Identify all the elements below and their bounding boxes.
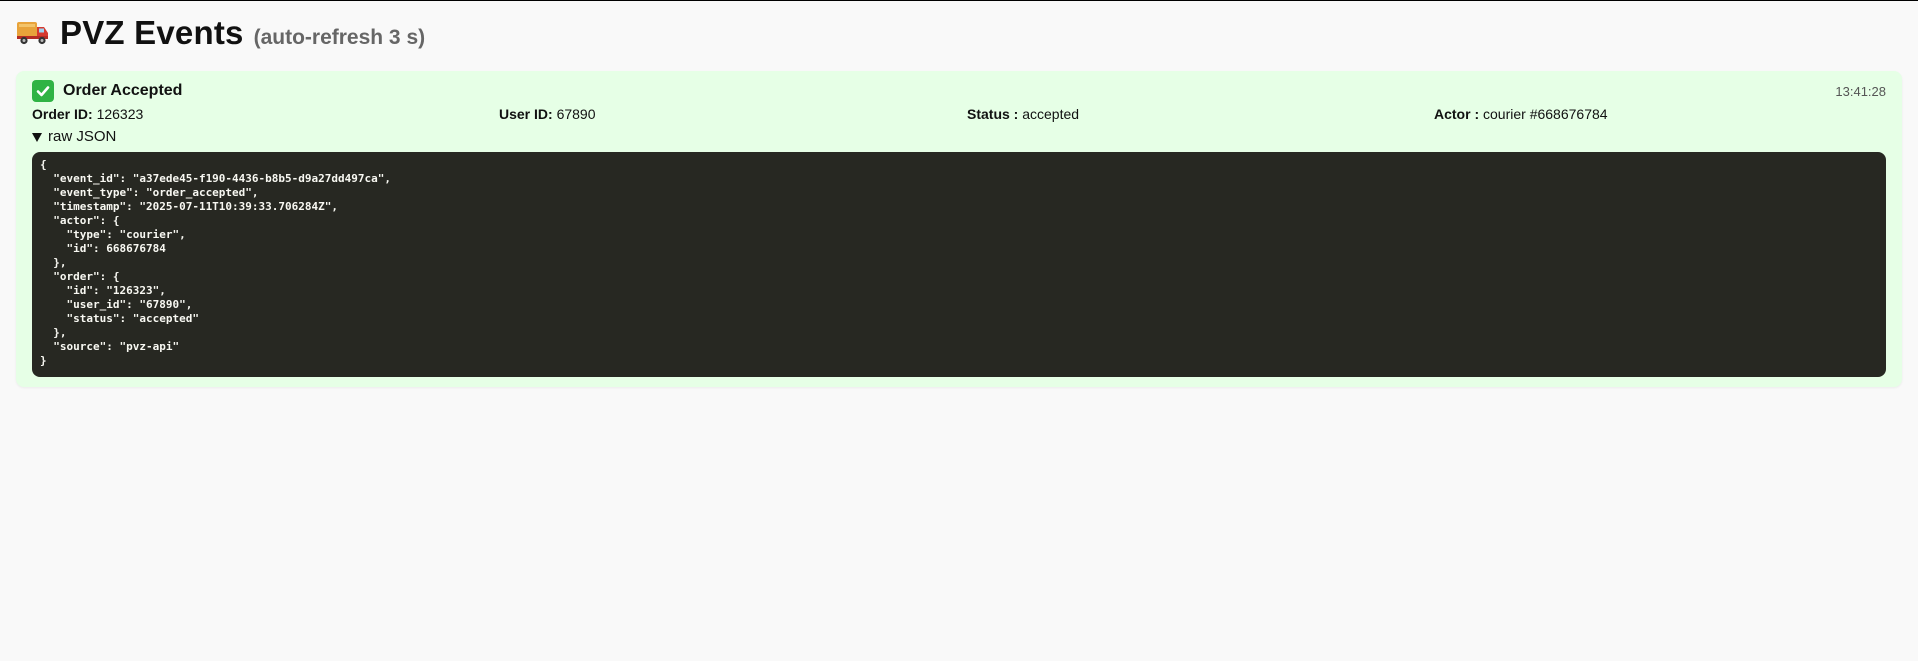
event-card: Order Accepted 13:41:28 Order ID: 126323… <box>16 71 1902 387</box>
page-title: PVZ Events <box>60 14 244 51</box>
event-card-header: Order Accepted <box>32 80 182 102</box>
event-time: 13:41:28 <box>1835 84 1886 99</box>
raw-json-toggle-label: raw JSON <box>48 128 117 145</box>
disclosure-triangle-icon <box>32 133 42 142</box>
user-id-field: User ID: 67890 <box>499 106 596 122</box>
user-id-value: 67890 <box>556 106 596 122</box>
page-subtitle: (auto-refresh 3 s) <box>253 26 426 49</box>
page: PVZ Events (auto-refresh 3 s) Order Acce… <box>0 0 1918 661</box>
delivery-truck-icon <box>16 18 50 46</box>
actor-value: courier #668676784 <box>1483 106 1608 122</box>
order-id-field: Order ID: 126323 <box>32 106 143 122</box>
raw-json-block: { "event_id": "a37ede45-f190-4436-b8b5-d… <box>32 152 1886 377</box>
event-fields: Order ID: 126323 User ID: 67890 Status :… <box>32 106 1902 126</box>
order-id-label: Order ID: <box>32 106 93 122</box>
actor-label: Actor : <box>1434 106 1480 122</box>
page-header: PVZ Events (auto-refresh 3 s) <box>16 14 425 52</box>
actor-field: Actor : courier #668676784 <box>1434 106 1608 122</box>
order-id-value: 126323 <box>96 106 144 122</box>
checkmark-icon <box>32 80 54 102</box>
status-value: accepted <box>1022 106 1080 122</box>
raw-json-toggle[interactable]: raw JSON <box>32 128 116 145</box>
event-title: Order Accepted <box>63 82 183 99</box>
user-id-label: User ID: <box>499 106 553 122</box>
status-label: Status : <box>967 106 1019 122</box>
status-field: Status : accepted <box>967 106 1079 122</box>
